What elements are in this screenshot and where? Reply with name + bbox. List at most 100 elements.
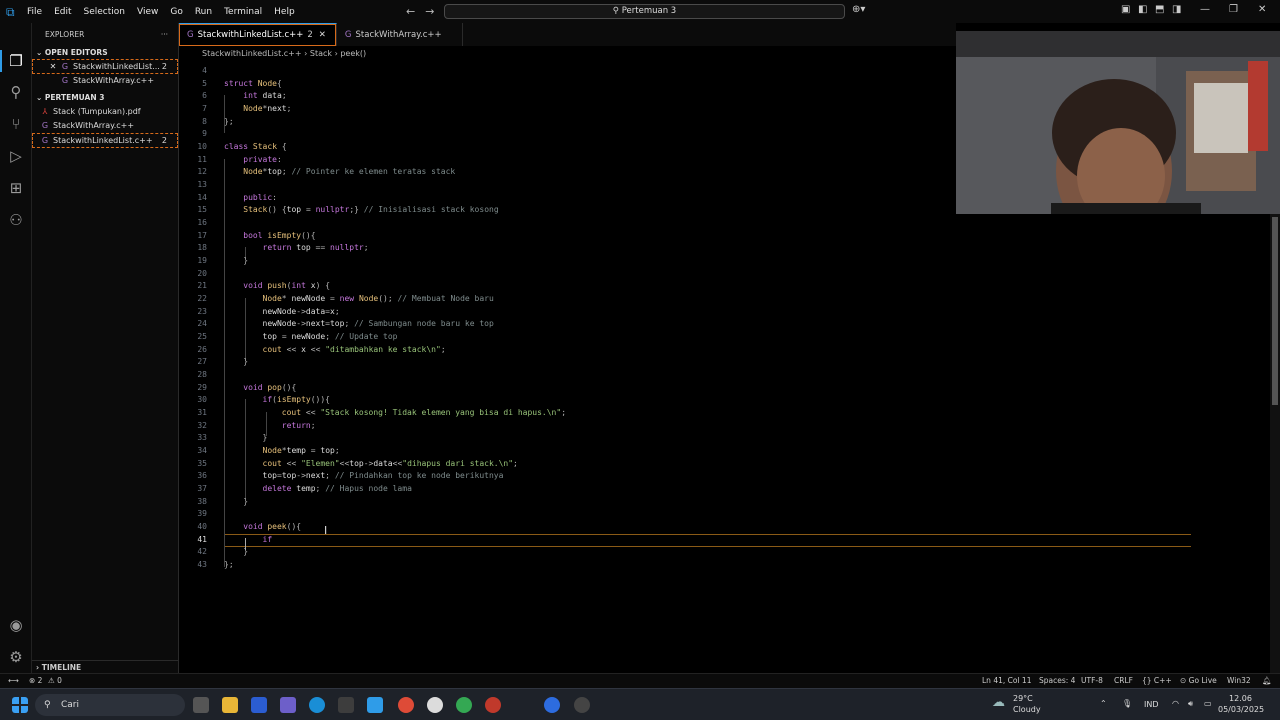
chrome-icon[interactable] [398,697,414,713]
open-editors-section[interactable]: ⌄ OPEN EDITORS [32,45,178,59]
code-line[interactable]: 36 top=top->next; // Pindahkan top ke no… [179,470,1280,483]
command-center-search[interactable]: ⚲ Pertemuan 3 [444,4,845,19]
clock-time[interactable]: 12.06 [1229,694,1252,703]
run-debug-icon[interactable]: ▷ [6,146,26,166]
maximize-icon[interactable]: ❐ [1229,4,1238,15]
tab-stackwitharray[interactable]: G StackWithArray.c++ [337,23,463,46]
menu-go[interactable]: Go [170,7,182,17]
store-icon[interactable] [338,697,354,713]
microphone-icon[interactable]: 🎙︎ [1122,699,1132,708]
input-language[interactable]: IND [1144,700,1159,709]
code-line[interactable]: 38 } [179,496,1280,509]
toggle-sidebar-icon[interactable]: ◧ [1138,4,1147,15]
close-icon[interactable]: ✕ [48,62,58,71]
code-line[interactable]: 32 return; [179,420,1280,433]
code-line[interactable]: 34 Node*temp = top; [179,445,1280,458]
code-line[interactable]: 19 } [179,255,1280,268]
code-line[interactable]: 43}; [179,559,1280,572]
menu-view[interactable]: View [137,7,158,17]
code-line[interactable]: 31 cout << "Stack kosong! Tidak elemen y… [179,407,1280,420]
copilot-icon[interactable]: ⊕▾ [852,4,865,15]
chrome-profile-icon[interactable] [456,697,472,713]
app-icon[interactable] [485,697,501,713]
code-line[interactable]: 23 newNode->data=x; [179,306,1280,319]
close-icon[interactable]: ✕ [319,30,326,40]
code-line[interactable]: 41 if [179,534,1280,547]
search-icon[interactable]: ⚲ [6,82,26,102]
breadcrumb-file[interactable]: StackwithLinkedList.c++ [202,49,302,58]
teams-icon[interactable] [280,697,296,713]
code-line[interactable]: 24 newNode->next=top; // Sambungan node … [179,318,1280,331]
close-window-icon[interactable]: ✕ [1258,4,1266,15]
notifications-bell-icon[interactable]: 🔔︎ [1262,674,1272,688]
breadcrumb-method[interactable]: peek() [340,49,366,58]
code-line[interactable]: 26 cout << x << "ditambahkan ke stack\n"… [179,344,1280,357]
cursor-position[interactable]: Ln 41, Col 11 [982,674,1031,688]
edge-icon[interactable] [309,697,325,713]
file-item[interactable]: G StackwithLinkedList.c++ 2 [32,133,178,148]
open-editor-item[interactable]: G StackWithArray.c++ [32,74,178,89]
recorder-icon[interactable] [574,697,590,713]
menu-selection[interactable]: Selection [84,7,125,17]
code-line[interactable]: 42 } [179,546,1280,559]
code-line[interactable]: 27 } [179,356,1280,369]
folder-section[interactable]: ⌄ PERTEMUAN 3 [32,90,178,104]
weather-icon[interactable]: ☁ [992,695,1005,710]
visual-studio-icon[interactable] [251,697,267,713]
nav-back-forward-icon[interactable]: ←→ [406,5,444,18]
extensions-icon[interactable]: ⊞ [6,178,26,198]
source-control-icon[interactable]: ⑂ [6,114,26,134]
menu-edit[interactable]: Edit [54,7,71,17]
tab-stackwithlinkedlist[interactable]: G StackwithLinkedList.c++ 2 ✕ [179,23,337,46]
remote-icon[interactable]: ⟷ [8,674,19,688]
breadcrumb-class[interactable]: Stack [310,49,332,58]
layout-panel-icon[interactable]: ▣ [1121,4,1130,15]
taskbar-search[interactable]: ⚲ Cari [35,694,185,716]
menu-help[interactable]: Help [274,7,295,17]
line-ending[interactable]: CRLF [1114,674,1133,688]
clock-date[interactable]: 05/03/2025 [1218,705,1264,714]
code-line[interactable]: 20 [179,268,1280,281]
indentation[interactable]: Spaces: 4 [1039,674,1075,688]
go-live-button[interactable]: ⊙ Go Live [1180,674,1217,688]
volume-icon[interactable]: 🔊︎ [1188,699,1193,709]
platform[interactable]: Win32 [1227,674,1251,688]
menu-terminal[interactable]: Terminal [224,7,262,17]
explorer-icon[interactable]: ❐ [6,51,26,71]
timeline-section[interactable]: › TIMELINE [32,660,179,673]
task-view-icon[interactable] [193,697,209,713]
code-line[interactable]: 37 delete temp; // Hapus node lama [179,483,1280,496]
code-line[interactable]: 30 if(isEmpty()){ [179,394,1280,407]
code-line[interactable]: 40 void peek(){ [179,521,1280,534]
open-editor-item[interactable]: ✕ G StackwithLinkedList... 2 [32,59,178,74]
settings-gear-icon[interactable]: ⚙ [6,647,26,667]
code-line[interactable]: 33 } [179,432,1280,445]
windows-start-icon[interactable] [12,697,28,713]
toggle-panel-icon[interactable]: ⬒ [1155,4,1164,15]
zoom-icon[interactable] [544,697,560,713]
warnings-count[interactable]: ⚠ 0 [48,674,62,688]
scrollbar-thumb[interactable] [1272,217,1278,405]
code-line[interactable]: 29 void pop(){ [179,382,1280,395]
errors-count[interactable]: ⊗ 2 [29,674,42,688]
battery-icon[interactable]: ▭ [1204,699,1212,708]
toggle-secondary-icon[interactable]: ◨ [1172,4,1181,15]
tray-chevron-icon[interactable]: ⌃ [1100,699,1107,708]
code-line[interactable]: 17 bool isEmpty(){ [179,230,1280,243]
python-icon[interactable]: ⚇ [6,210,26,230]
code-line[interactable]: 16 [179,217,1280,230]
encoding[interactable]: UTF-8 [1081,674,1103,688]
code-line[interactable]: 21 void push(int x) { [179,280,1280,293]
file-explorer-icon[interactable] [222,697,238,713]
wifi-icon[interactable]: ◠ [1172,699,1179,708]
code-line[interactable]: 28 [179,369,1280,382]
code-line[interactable]: 39 [179,508,1280,521]
code-line[interactable]: 35 cout << "Elemen"<<top->data<<"dihapus… [179,458,1280,471]
account-icon[interactable]: ◉ [6,615,26,635]
menu-file[interactable]: File [27,7,42,17]
file-item[interactable]: G StackWithArray.c++ [32,119,178,134]
minimize-icon[interactable]: — [1200,4,1210,15]
code-line[interactable]: 25 top = newNode; // Update top [179,331,1280,344]
code-line[interactable]: 22 Node* newNode = new Node(); // Membua… [179,293,1280,306]
vscode-taskbar-icon[interactable] [367,697,383,713]
